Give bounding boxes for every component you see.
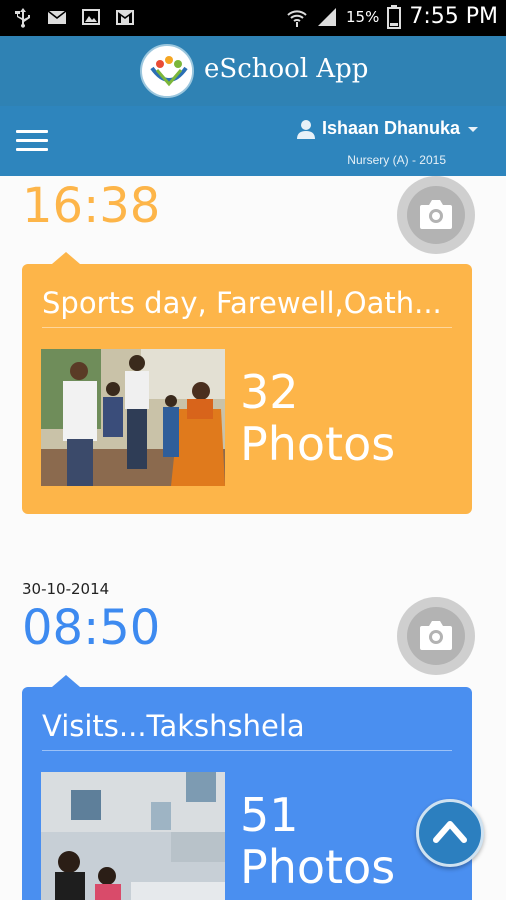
photo-count-number: 32 (240, 365, 299, 419)
notification-icons (12, 6, 136, 28)
user-dropdown[interactable]: Ishaan Dhanuka (296, 118, 480, 139)
user-name: Ishaan Dhanuka (321, 118, 460, 138)
camera-button[interactable] (397, 597, 475, 675)
album-thumbnail[interactable] (41, 349, 225, 486)
album-card[interactable]: Sports day, Farewell,Oath... 32 Photos (22, 252, 472, 514)
image-icon (82, 9, 100, 25)
album-title: Sports day, Farewell,Oath... (42, 286, 442, 320)
mail-icon (47, 10, 67, 24)
system-status: 15% 7:55 PM (286, 4, 498, 29)
album-card[interactable]: Visits...Takshshela 51 Photos (22, 675, 472, 900)
camera-icon (420, 621, 452, 650)
usb-icon (15, 8, 30, 28)
photo-count: 51 Photos (240, 789, 395, 893)
status-bar: 15% 7:55 PM (0, 0, 506, 36)
battery-percent: 15% (346, 7, 380, 26)
battery-icon (387, 4, 402, 29)
signal-icon (318, 7, 336, 26)
app-title: eSchool App (204, 54, 369, 84)
chevron-down-icon (468, 126, 478, 132)
album-feed: 16:38 Sports day, Farewell,Oath... 32 Ph… (0, 176, 506, 900)
entry-time: 08:50 (22, 600, 161, 656)
clock: 7:55 PM (409, 4, 498, 29)
user-bar: Ishaan Dhanuka Nursery (A) - 2015 (0, 106, 506, 176)
chevron-up-icon (433, 821, 467, 843)
album-thumbnail[interactable] (41, 772, 225, 900)
app-bar: eSchool App (0, 36, 506, 106)
album-title: Visits...Takshshela (42, 709, 305, 743)
entry-time: 16:38 (22, 178, 161, 234)
photo-count-label: Photos (240, 417, 396, 471)
eschool-logo (140, 44, 194, 98)
divider (42, 750, 452, 751)
scroll-to-top-button[interactable] (416, 799, 484, 867)
screen: 15% 7:55 PM eSchool App Ishaan Dhanuka N… (0, 0, 506, 900)
photo-count: 32 Photos (240, 366, 395, 470)
entry-date: 30-10-2014 (22, 580, 110, 598)
photo-count-label: Photos (240, 840, 396, 894)
camera-icon (420, 200, 452, 229)
camera-button[interactable] (397, 176, 475, 254)
user-icon (296, 119, 315, 139)
gmail-icon (116, 10, 134, 25)
divider (42, 327, 452, 328)
class-info: Nursery (A) - 2015 (347, 153, 446, 167)
hamburger-menu-icon[interactable] (16, 130, 48, 152)
photo-count-number: 51 (240, 788, 299, 842)
wifi-icon (287, 9, 307, 27)
